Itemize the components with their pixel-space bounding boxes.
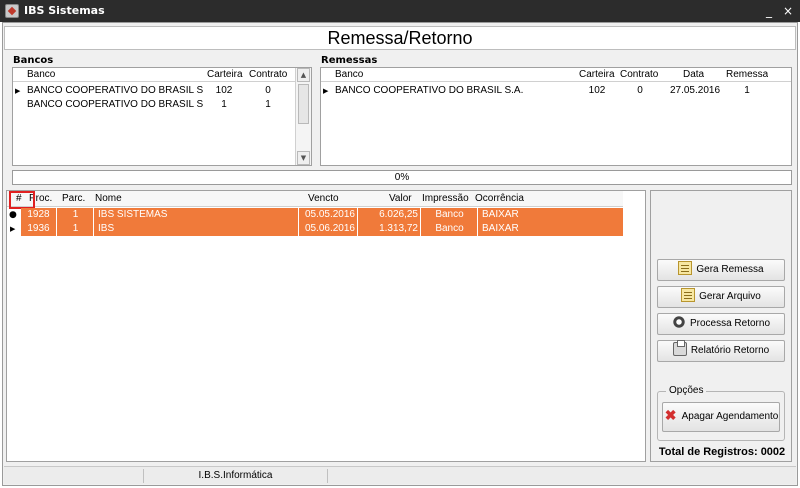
gerar-arquivo-button[interactable]: Gerar Arquivo: [657, 286, 785, 308]
titulos-cell-ocorrencia: BAIXAR: [482, 209, 519, 220]
titulos-col-ocorrencia[interactable]: Ocorrência: [475, 192, 524, 206]
titulos-cell-vencto: 05.05.2016: [300, 208, 358, 222]
bancos-label: Bancos: [13, 55, 54, 66]
table-row[interactable]: 1928 1 IBS SISTEMAS 05.05.2016 6.026,25 …: [21, 208, 623, 222]
table-row[interactable]: 1936 1 IBS 05.06.2016 1.313,72 Banco BAI…: [21, 222, 623, 236]
apagar-agendamento-label: Apagar Agendamento: [681, 411, 779, 422]
processa-retorno-button[interactable]: Processa Retorno: [657, 313, 785, 335]
remessas-cell-banco: BANCO COOPERATIVO DO BRASIL S.A.: [335, 85, 524, 96]
remessas-cell-remessa: 1: [744, 85, 750, 96]
file-icon: [681, 288, 696, 303]
bancos-grid[interactable]: Banco Carteira Contrato ▶ BANCO COOPERAT…: [12, 67, 312, 166]
titulos-grid[interactable]: # Proc. Parc. Nome Vencto Valor Impressã…: [6, 190, 646, 462]
page-title: Remessa/Retorno: [327, 28, 473, 48]
relatorio-retorno-label: Relatório Retorno: [690, 345, 770, 356]
remessas-grid-header: Banco Carteira Contrato Data Remessa: [321, 68, 791, 82]
remessas-grid[interactable]: Banco Carteira Contrato Data Remessa ▶ B…: [320, 67, 792, 166]
remessas-cell-data: 27.05.2016: [669, 85, 721, 96]
titulos-col-impressao[interactable]: Impressão: [422, 192, 469, 206]
bancos-col-contrato[interactable]: Contrato: [249, 68, 287, 82]
gears-icon: [671, 315, 686, 330]
titulos-cell-impressao: Banco: [422, 208, 478, 222]
page-header: Remessa/Retorno: [4, 26, 796, 50]
scroll-down-icon[interactable]: ▼: [297, 151, 310, 165]
progress-text: 0%: [394, 172, 410, 183]
bancos-cell-contrato: 0: [265, 85, 271, 96]
app-logo-icon: [5, 4, 19, 18]
remessas-cell-contrato: 0: [637, 85, 643, 96]
close-button[interactable]: ×: [779, 2, 797, 20]
titulos-cell-ocorrencia: BAIXAR: [482, 223, 519, 234]
titulos-cell-parc: 1: [58, 222, 94, 236]
window-title: IBS Sistemas: [24, 4, 105, 17]
total-registros: Total de Registros: 0002: [658, 446, 786, 458]
processa-retorno-label: Processa Retorno: [689, 318, 771, 329]
remessas-col-data[interactable]: Data: [683, 68, 704, 82]
actions-panel: Gera Remessa Gerar Arquivo Processa Reto…: [650, 190, 792, 462]
remessas-col-remessa[interactable]: Remessa: [726, 68, 768, 82]
status-segment-empty: [4, 469, 144, 483]
document-icon: [678, 261, 693, 276]
titulos-grid-header: # Proc. Parc. Nome Vencto Valor Impressã…: [7, 191, 623, 207]
titulos-cell-nome: IBS: [95, 222, 299, 236]
gera-remessa-button[interactable]: Gera Remessa: [657, 259, 785, 281]
row-pointer-icon: ▶: [10, 225, 16, 233]
remessas-cell-carteira: 102: [588, 85, 606, 96]
bancos-cell-contrato: 1: [265, 99, 271, 110]
titulos-cell-parc: 1: [58, 208, 94, 222]
scroll-up-icon[interactable]: ▲: [297, 68, 310, 82]
titulos-cell-proc: 1928: [21, 208, 57, 222]
remessas-col-banco[interactable]: Banco: [335, 68, 363, 82]
window-titlebar: IBS Sistemas _ ×: [0, 0, 800, 22]
bancos-cell-banco: BANCO COOPERATIVO DO BRASIL S: [27, 99, 203, 110]
opcoes-group: Opções ✖ Apagar Agendamento: [657, 385, 785, 441]
bancos-cell-banco: BANCO COOPERATIVO DO BRASIL S: [27, 85, 203, 96]
remessas-label: Remessas: [321, 55, 378, 66]
opcoes-legend: Opções: [666, 385, 707, 396]
titulos-cell-nome: IBS SISTEMAS: [95, 208, 299, 222]
status-segment-empty: [328, 469, 796, 483]
gerar-arquivo-label: Gerar Arquivo: [699, 291, 761, 302]
status-bar: I.B.S.Informática: [4, 466, 796, 484]
titulos-cell-proc: 1936: [21, 222, 57, 236]
printer-icon: [672, 340, 687, 357]
titulos-cell-vencto: 05.06.2016: [300, 222, 358, 236]
status-company: I.B.S.Informática: [144, 469, 328, 483]
bancos-grid-header: Banco Carteira Contrato: [13, 68, 311, 82]
delete-x-icon: ✖: [664, 407, 677, 424]
titulos-col-vencto[interactable]: Vencto: [308, 192, 339, 206]
gera-remessa-label: Gera Remessa: [696, 264, 764, 275]
titulos-cell-impressao: Banco: [422, 222, 478, 236]
bancos-cell-carteira: 1: [221, 99, 227, 110]
bancos-cell-carteira: 102: [215, 85, 233, 96]
relatorio-retorno-button[interactable]: Relatório Retorno: [657, 340, 785, 362]
row-pointer-icon: ▶: [323, 87, 329, 95]
bancos-scrollbar[interactable]: ▲ ▼: [295, 68, 311, 165]
row-current-icon: ●: [9, 210, 17, 220]
bancos-col-banco[interactable]: Banco: [27, 68, 55, 82]
progress-bar: 0%: [12, 170, 792, 185]
bancos-col-carteira[interactable]: Carteira: [207, 68, 243, 82]
titulos-col-parc[interactable]: Parc.: [62, 192, 85, 206]
titulos-col-valor[interactable]: Valor: [389, 192, 412, 206]
highlight-box: [9, 191, 35, 209]
remessas-col-contrato[interactable]: Contrato: [620, 68, 658, 82]
minimize-button[interactable]: _: [760, 2, 778, 20]
remessas-col-carteira[interactable]: Carteira: [579, 68, 615, 82]
titulos-cell-valor: 1.313,72: [359, 222, 421, 236]
titulos-col-nome[interactable]: Nome: [95, 192, 122, 206]
scroll-thumb[interactable]: [298, 84, 309, 124]
apagar-agendamento-button[interactable]: ✖ Apagar Agendamento: [662, 402, 780, 432]
row-pointer-icon: ▶: [15, 87, 21, 95]
titulos-cell-valor: 6.026,25: [359, 208, 421, 222]
